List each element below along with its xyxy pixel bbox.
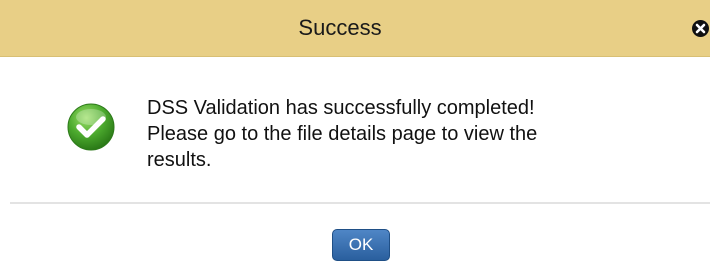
message-line: results. [147, 149, 212, 171]
dialog-titlebar: Success [0, 0, 710, 57]
success-dialog: Success DSS Validation has successfully … [0, 0, 710, 261]
success-check-icon [66, 102, 116, 152]
message-line: Please go to the file details page to vi… [147, 123, 538, 145]
ok-button[interactable]: OK [332, 229, 390, 261]
message-line: DSS Validation has successfully complete… [147, 97, 535, 119]
close-icon[interactable] [691, 19, 710, 38]
divider [10, 202, 710, 204]
dialog-message: DSS Validation has successfully complete… [147, 95, 667, 173]
dialog-title: Success [298, 15, 382, 40]
